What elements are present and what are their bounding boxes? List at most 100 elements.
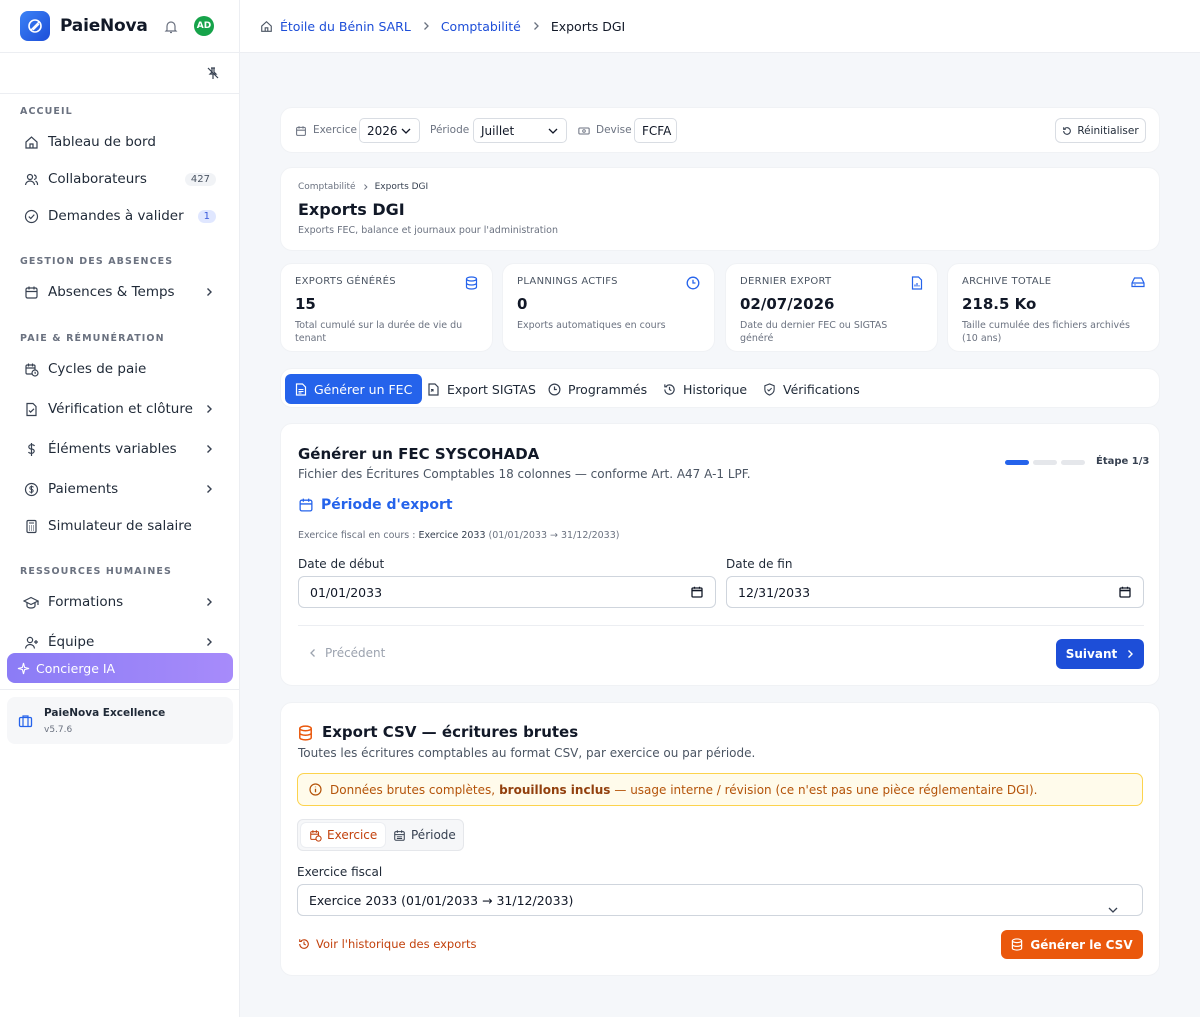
alert-text-bold: brouillons inclus bbox=[499, 782, 611, 797]
inner-crumb-parent[interactable]: Comptabilité bbox=[298, 182, 356, 192]
breadcrumb-section[interactable]: Comptabilité bbox=[441, 19, 521, 34]
calculator-icon bbox=[22, 517, 40, 535]
stat-card-plannings: PLANNINGS ACTIFS 0 Exports automatiques … bbox=[502, 263, 715, 352]
sidebar-item-verification[interactable]: Vérification et clôture bbox=[22, 394, 218, 424]
divider bbox=[298, 625, 1144, 626]
file-export-icon bbox=[427, 382, 447, 396]
sidebar-item-formations[interactable]: Formations bbox=[22, 587, 218, 617]
stat-card-dernier-export: DERNIER EXPORT 02/07/2026 Date du dernie… bbox=[725, 263, 938, 352]
sidebar-item-label: Absences & Temps bbox=[48, 284, 175, 300]
home-icon[interactable] bbox=[260, 20, 273, 33]
sidebar-item-demandes[interactable]: Demandes à valider 1 bbox=[22, 201, 218, 231]
clock-icon bbox=[548, 383, 568, 396]
hard-drive-icon bbox=[1131, 276, 1145, 288]
csv-subtitle: Toutes les écritures comptables au forma… bbox=[298, 746, 756, 760]
tab-programmes[interactable]: Programmés bbox=[538, 374, 657, 404]
briefcase-icon bbox=[18, 714, 33, 728]
sidebar-item-tableau-de-bord[interactable]: Tableau de bord bbox=[22, 127, 218, 157]
graduation-cap-icon bbox=[22, 593, 40, 611]
start-date-input[interactable]: 01/01/2033 bbox=[298, 576, 716, 608]
exercice-select[interactable]: 2026 bbox=[359, 118, 420, 143]
sidebar-item-absences[interactable]: Absences & Temps bbox=[22, 277, 218, 307]
chevron-right-icon bbox=[204, 287, 214, 297]
rotate-ccw-icon bbox=[1062, 126, 1072, 136]
exercice-value: 2026 bbox=[367, 123, 398, 138]
calendar-clock-icon bbox=[22, 360, 40, 378]
sidebar-item-label: Simulateur de salaire bbox=[48, 518, 192, 534]
plan-version: v5.7.6 bbox=[44, 724, 73, 735]
tab-generer-fec[interactable]: Générer un FEC bbox=[285, 374, 423, 404]
sidebar-item-paiements[interactable]: Paiements bbox=[22, 474, 218, 504]
stat-value: 15 bbox=[295, 295, 316, 313]
concierge-ia-button[interactable]: Concierge IA bbox=[7, 653, 233, 683]
tab-historique[interactable]: Historique bbox=[653, 374, 757, 404]
exercice-label: Exercice bbox=[313, 124, 357, 136]
breadcrumb-company[interactable]: Étoile du Bénin SARL bbox=[280, 19, 411, 34]
inner-breadcrumb: Comptabilité Exports DGI bbox=[298, 182, 428, 192]
step-indicator-3 bbox=[1061, 460, 1085, 465]
tab-label: Export SIGTAS bbox=[447, 381, 536, 397]
shield-check-icon bbox=[763, 382, 783, 396]
segment-exercice[interactable]: Exercice bbox=[301, 823, 386, 847]
stat-card-exports: EXPORTS GÉNÉRÉS 15 Total cumulé sur la d… bbox=[280, 263, 493, 352]
calendar-icon bbox=[22, 283, 40, 301]
sidebar-item-collaborateurs[interactable]: Collaborateurs 427 bbox=[22, 164, 218, 194]
count-badge: 1 bbox=[197, 209, 216, 223]
previous-button[interactable]: Précédent bbox=[309, 646, 385, 660]
tab-label: Vérifications bbox=[783, 381, 860, 397]
concierge-label: Concierge IA bbox=[36, 660, 116, 676]
fec-subtitle: Fichier des Écritures Comptables 18 colo… bbox=[298, 467, 751, 481]
tab-verifications[interactable]: Vérifications bbox=[753, 374, 870, 404]
stat-label: PLANNINGS ACTIFS bbox=[517, 276, 618, 287]
dollar-icon bbox=[22, 440, 40, 458]
mode-segmented-control: Exercice Période bbox=[297, 819, 464, 851]
stat-card-archive: ARCHIVE TOTALE 218.5 Ko Taille cumulée d… bbox=[947, 263, 1160, 352]
reset-button[interactable]: Réinitialiser bbox=[1055, 118, 1146, 143]
file-text-icon bbox=[295, 382, 314, 396]
top-breadcrumb-bar: Étoile du Bénin SARL Comptabilité Export… bbox=[240, 0, 1200, 53]
sidebar-item-label: Éléments variables bbox=[48, 441, 177, 457]
bell-icon[interactable] bbox=[164, 19, 178, 34]
step-label: Étape 1/3 bbox=[1096, 456, 1150, 467]
next-button[interactable]: Suivant bbox=[1056, 639, 1144, 669]
inner-crumb-current: Exports DGI bbox=[374, 182, 429, 192]
history-link-label: Voir l'historique des exports bbox=[316, 937, 477, 951]
fiscal-prefix: Exercice fiscal en cours : bbox=[298, 530, 419, 541]
calendar-icon bbox=[295, 125, 307, 137]
database-icon bbox=[298, 725, 313, 741]
sidebar-item-elements-variables[interactable]: Éléments variables bbox=[22, 434, 218, 464]
sidebar-item-equipe[interactable]: Équipe bbox=[22, 630, 218, 650]
stat-value: 02/07/2026 bbox=[740, 295, 835, 313]
sidebar-item-simulateur[interactable]: Simulateur de salaire bbox=[22, 511, 218, 541]
stat-desc: Taille cumulée des fichiers archivés (10… bbox=[962, 320, 1130, 344]
database-icon bbox=[465, 276, 478, 290]
periode-select[interactable]: Juillet bbox=[473, 118, 567, 143]
segment-periode[interactable]: Période bbox=[385, 823, 464, 847]
csv-title: Export CSV — écritures brutes bbox=[322, 723, 579, 741]
info-icon bbox=[309, 783, 330, 796]
sidebar-item-label: Demandes à valider bbox=[48, 208, 184, 224]
start-date-value: 01/01/2033 bbox=[310, 584, 383, 600]
exercice-fiscal-select[interactable]: Exercice 2033 (01/01/2033 → 31/12/2033) bbox=[297, 884, 1143, 916]
sidebar-scroll-clip: Équipe bbox=[0, 630, 239, 650]
fiscal-name: Exercice 2033 bbox=[418, 530, 486, 541]
database-icon bbox=[1011, 938, 1023, 951]
plan-card[interactable]: PaieNova Excellence v5.7.6 bbox=[7, 697, 233, 744]
end-date-input[interactable]: 12/31/2033 bbox=[726, 576, 1144, 608]
user-plus-icon bbox=[22, 633, 40, 650]
periode-label: Période bbox=[430, 124, 470, 136]
fec-wizard-card: Générer un FEC SYSCOHADA Fichier des Écr… bbox=[280, 423, 1160, 686]
avatar[interactable]: AD bbox=[194, 16, 214, 36]
sidebar-item-cycles[interactable]: Cycles de paie bbox=[22, 354, 218, 384]
generate-csv-button[interactable]: Générer le CSV bbox=[1001, 930, 1143, 959]
history-link[interactable]: Voir l'historique des exports bbox=[298, 937, 476, 951]
page-header: Comptabilité Exports DGI Exports DGI Exp… bbox=[280, 167, 1160, 251]
devise-field[interactable]: FCFA bbox=[634, 118, 677, 143]
unpin-icon[interactable] bbox=[206, 66, 220, 80]
chevron-right-icon bbox=[362, 183, 369, 191]
tab-export-sigtas[interactable]: Export SIGTAS bbox=[417, 374, 546, 404]
app-logo-icon[interactable] bbox=[20, 11, 50, 41]
history-icon bbox=[663, 383, 683, 396]
sidebar: PaieNova AD ACCUEIL Tableau de bord Coll… bbox=[0, 0, 240, 1017]
stat-label: ARCHIVE TOTALE bbox=[962, 276, 1052, 287]
